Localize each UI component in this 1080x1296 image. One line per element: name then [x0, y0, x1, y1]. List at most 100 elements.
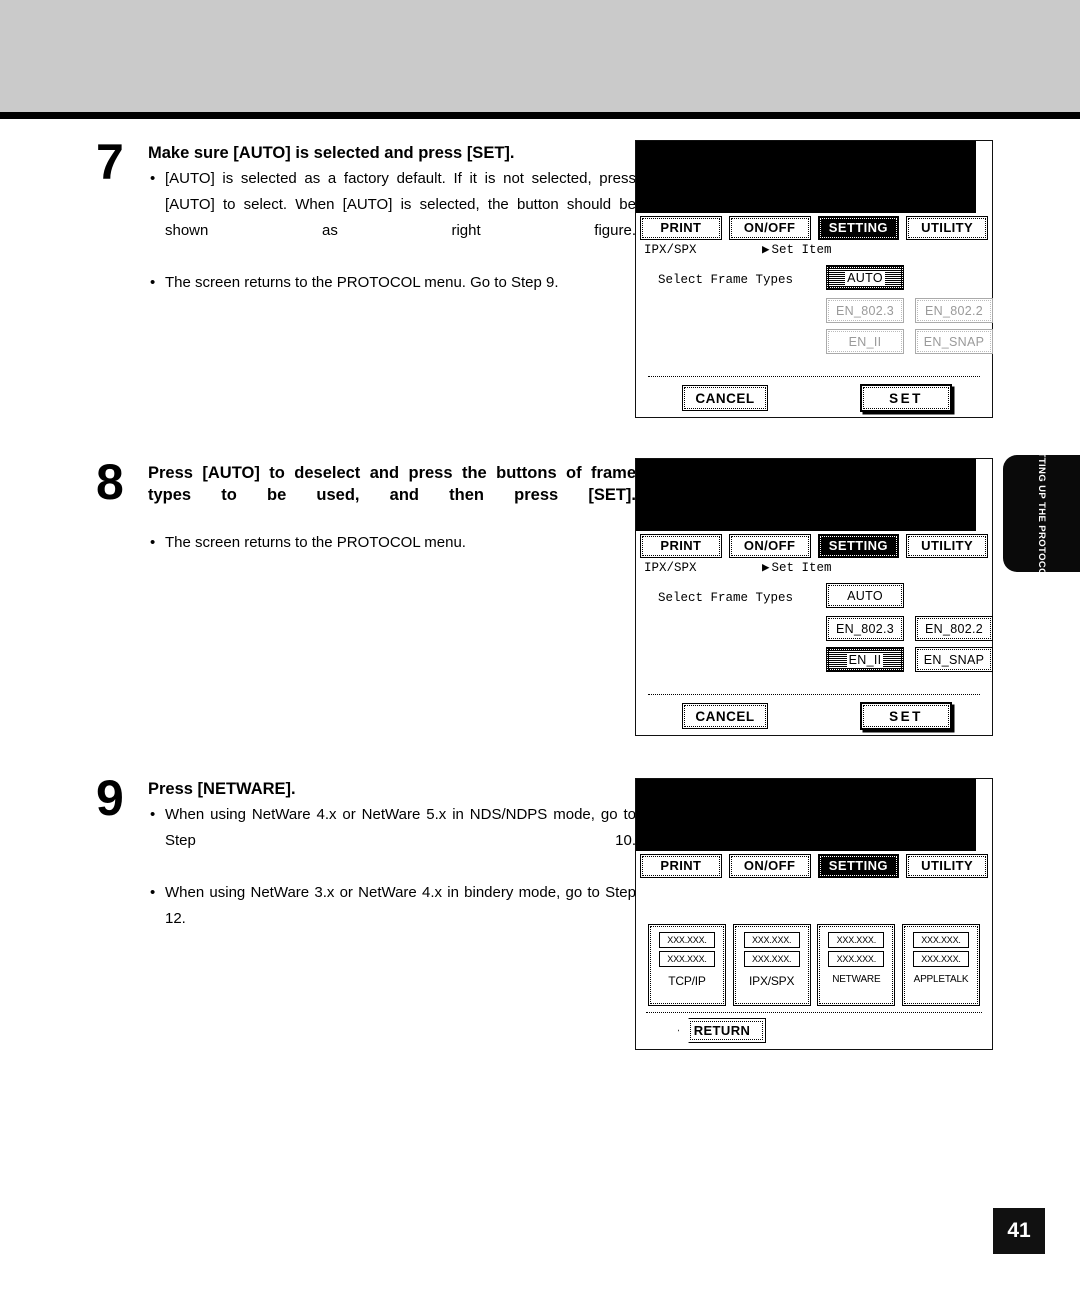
protocol-value-line1: XXX.XXX. [828, 932, 885, 948]
list-item: • When using NetWare 4.x or NetWare 5.x i… [148, 802, 636, 880]
tab-setting[interactable]: SETTING [817, 854, 900, 878]
frame-button-enii[interactable]: EN_II [826, 329, 904, 354]
frame-button-enii-label: EN_II [848, 334, 882, 349]
protocol-value-line1: XXX.XXX. [912, 932, 969, 948]
frame-button-auto-label: AUTO [847, 588, 883, 603]
bullet-dot-icon: • [150, 806, 156, 823]
tab-setting-label: SETTING [828, 858, 888, 873]
frame-type-area-1: Select Frame Types AUTO EN_802.3 EN_802.… [644, 265, 993, 373]
tab-setting[interactable]: SETTING [817, 534, 900, 558]
tab-utility[interactable]: UTILITY [906, 854, 988, 878]
lcd-blank-area [636, 779, 976, 851]
bullet-dot-icon: • [150, 534, 156, 551]
lcd-inner-2: PRINT ON/OFF SETTING UTILITY IPX/SPX ▶ S… [636, 531, 993, 735]
frame-button-en8022-label: EN_802.2 [925, 303, 983, 318]
protocol-button-appletalk-label: APPLETALK [913, 974, 969, 985]
frame-button-ensnap-label: EN_SNAP [923, 652, 985, 667]
step-9-body: Press [NETWARE]. • When using NetWare 4.x… [148, 778, 636, 958]
lcd-body-3: XXX.XXX. XXX.XXX. TCP/IP XXX.XXX. XXX.XX… [636, 878, 992, 1049]
step-7-number: 7 [96, 134, 124, 190]
frame-button-en8022[interactable]: EN_802.2 [915, 616, 993, 641]
protocol-value-line2: XXX.XXX. [659, 951, 715, 967]
cancel-button[interactable]: CANCEL [682, 385, 768, 411]
side-tab-inner: SETTING UP THE PROTOCOLS [1003, 438, 1080, 589]
manual-page: SETTING UP THE PROTOCOLS 41 7 Make sure … [0, 0, 1080, 1296]
protocol-button-tcpip-label: TCP/IP [668, 974, 706, 988]
list-item: • The screen returns to the PROTOCOL menu… [148, 530, 636, 556]
tab-utility-label: UTILITY [921, 538, 974, 553]
step-8-bullets: • The screen returns to the PROTOCOL menu… [148, 530, 636, 556]
protocol-name: IPX/SPX [644, 561, 697, 575]
tab-print[interactable]: PRINT [640, 534, 722, 558]
cancel-button[interactable]: CANCEL [682, 703, 768, 729]
protocol-button-netware[interactable]: XXX.XXX. XXX.XXX. NETWARE [817, 924, 896, 1006]
tab-setting[interactable]: SETTING [817, 216, 900, 240]
lcd-inner-3: PRINT ON/OFF SETTING UTILITY XXX.XXX. XX… [636, 851, 992, 1049]
tab-print-label: PRINT [660, 538, 702, 553]
tab-utility[interactable]: UTILITY [906, 534, 988, 558]
frame-button-auto[interactable]: AUTO [826, 265, 904, 290]
protocol-button-ipxspx-label: IPX/SPX [749, 974, 795, 988]
bullet-dot-icon: • [150, 884, 156, 901]
protocol-button-ipxspx[interactable]: XXX.XXX. XXX.XXX. IPX/SPX [732, 924, 811, 1006]
frame-button-enii-label: EN_II [846, 652, 884, 667]
lcd-blank-area [636, 459, 976, 531]
lcd-tab-row: PRINT ON/OFF SETTING UTILITY [636, 531, 992, 558]
frame-button-ensnap[interactable]: EN_SNAP [915, 329, 993, 354]
frame-button-auto-label: AUTO [845, 270, 885, 285]
tab-print[interactable]: PRINT [640, 216, 722, 240]
protocol-value-line2: XXX.XXX. [743, 951, 800, 967]
select-frame-types-label: Select Frame Types [658, 273, 794, 287]
lcd-panel-step8: PRINT ON/OFF SETTING UTILITY IPX/SPX ▶ S… [635, 458, 993, 736]
tab-utility-label: UTILITY [921, 858, 974, 873]
frame-button-en8022-label: EN_802.2 [925, 621, 983, 636]
right-arrow-icon: ▶ [762, 243, 770, 257]
lcd-footer-1: CANCEL SET [644, 377, 984, 417]
lcd-body-2: IPX/SPX ▶ Set Item Select Frame Types AU… [636, 558, 993, 735]
bullet-dot-icon: • [150, 274, 156, 291]
return-button[interactable]: RETURN [678, 1018, 766, 1043]
frame-button-ensnap[interactable]: EN_SNAP [915, 647, 993, 672]
tab-utility[interactable]: UTILITY [906, 216, 988, 240]
set-button[interactable]: SET [860, 702, 952, 730]
lcd-header-line: IPX/SPX ▶ Set Item [644, 560, 984, 577]
frame-button-en8023-label: EN_802.3 [836, 303, 894, 318]
protocol-button-appletalk[interactable]: XXX.XXX. XXX.XXX. APPLETALK [901, 924, 980, 1006]
step-7: 7 Make sure [AUTO] is selected and press… [96, 136, 636, 296]
bullet-text: [AUTO] is selected as a factory default.… [165, 170, 636, 239]
frame-button-en8023[interactable]: EN_802.3 [826, 616, 904, 641]
right-arrow-icon: ▶ [762, 561, 770, 575]
protocol-button-tcpip[interactable]: XXX.XXX. XXX.XXX. TCP/IP [648, 924, 726, 1006]
set-button[interactable]: SET [860, 384, 952, 412]
set-item-label: Set Item [771, 243, 832, 257]
bullet-text: When using NetWare 4.x or NetWare 5.x in… [165, 806, 636, 849]
bullet-text: The screen returns to the PROTOCOL menu. [165, 534, 466, 551]
lcd-body-1: IPX/SPX ▶ Set Item Select Frame Types AU… [636, 240, 993, 417]
frame-button-auto[interactable]: AUTO [826, 583, 904, 608]
frame-button-enii[interactable]: EN_II [826, 647, 904, 672]
tab-onoff-label: ON/OFF [743, 858, 796, 873]
bullet-text: When using NetWare 3.x or NetWare 4.x in… [165, 884, 636, 927]
lcd-footer-3: RETURN [642, 1013, 986, 1049]
lcd-panel-step9: PRINT ON/OFF SETTING UTILITY XXX.XXX. XX… [635, 778, 993, 1050]
frame-button-en8022[interactable]: EN_802.2 [915, 298, 993, 323]
page-number: 41 [993, 1208, 1045, 1254]
frame-button-en8023[interactable]: EN_802.3 [826, 298, 904, 323]
tab-onoff[interactable]: ON/OFF [728, 854, 811, 878]
set-item-label: Set Item [771, 561, 832, 575]
tab-print[interactable]: PRINT [640, 854, 722, 878]
tab-onoff-label: ON/OFF [743, 220, 796, 235]
tab-onoff[interactable]: ON/OFF [728, 216, 811, 240]
tab-onoff[interactable]: ON/OFF [728, 534, 811, 558]
side-tab-chapter: SETTING UP THE PROTOCOLS [1003, 438, 1080, 589]
lcd-tab-row: PRINT ON/OFF SETTING UTILITY [636, 213, 992, 240]
lcd-header-line: IPX/SPX ▶ Set Item [644, 242, 984, 259]
step-8-number: 8 [96, 454, 124, 510]
frame-type-area-2: Select Frame Types AUTO EN_802.3 EN_802.… [644, 583, 993, 691]
list-item: • [AUTO] is selected as a factory default… [148, 166, 636, 270]
protocol-value-line2: XXX.XXX. [912, 951, 969, 967]
bullet-dot-icon: • [150, 170, 156, 187]
protocol-value-line2: XXX.XXX. [828, 951, 885, 967]
step-9: 9 Press [NETWARE]. • When using NetWare 4… [96, 772, 636, 958]
